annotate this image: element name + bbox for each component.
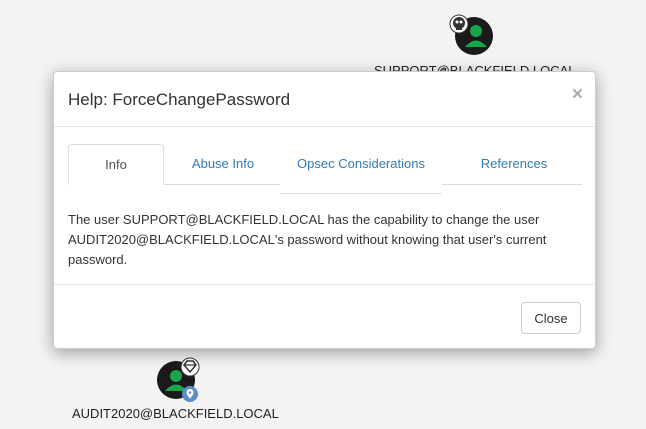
tab-content-info: The user SUPPORT@BLACKFIELD.LOCAL has th… [68, 212, 547, 267]
close-button[interactable]: Close [521, 302, 581, 334]
tab-bar: Info Abuse Info Opsec Considerations Ref… [68, 144, 582, 204]
modal-footer: Close [54, 284, 595, 348]
tab-label: Opsec Considerations [297, 156, 425, 171]
close-icon[interactable]: × [572, 85, 583, 104]
tab-abuse-info[interactable]: Abuse Info [168, 144, 278, 184]
modal-title: Help: ForceChangePassword [68, 90, 291, 109]
tab-label: Abuse Info [191, 156, 255, 171]
tab-opsec-considerations[interactable]: Opsec Considerations [280, 154, 442, 194]
tab-references[interactable]: References [446, 144, 582, 184]
modal-header: Help: ForceChangePassword × [54, 72, 595, 127]
tab-info[interactable]: Info [68, 144, 164, 185]
tab-label: References [480, 156, 548, 171]
help-modal: Help: ForceChangePassword × Info Abuse I… [53, 71, 596, 349]
tab-label: Info [105, 157, 127, 172]
